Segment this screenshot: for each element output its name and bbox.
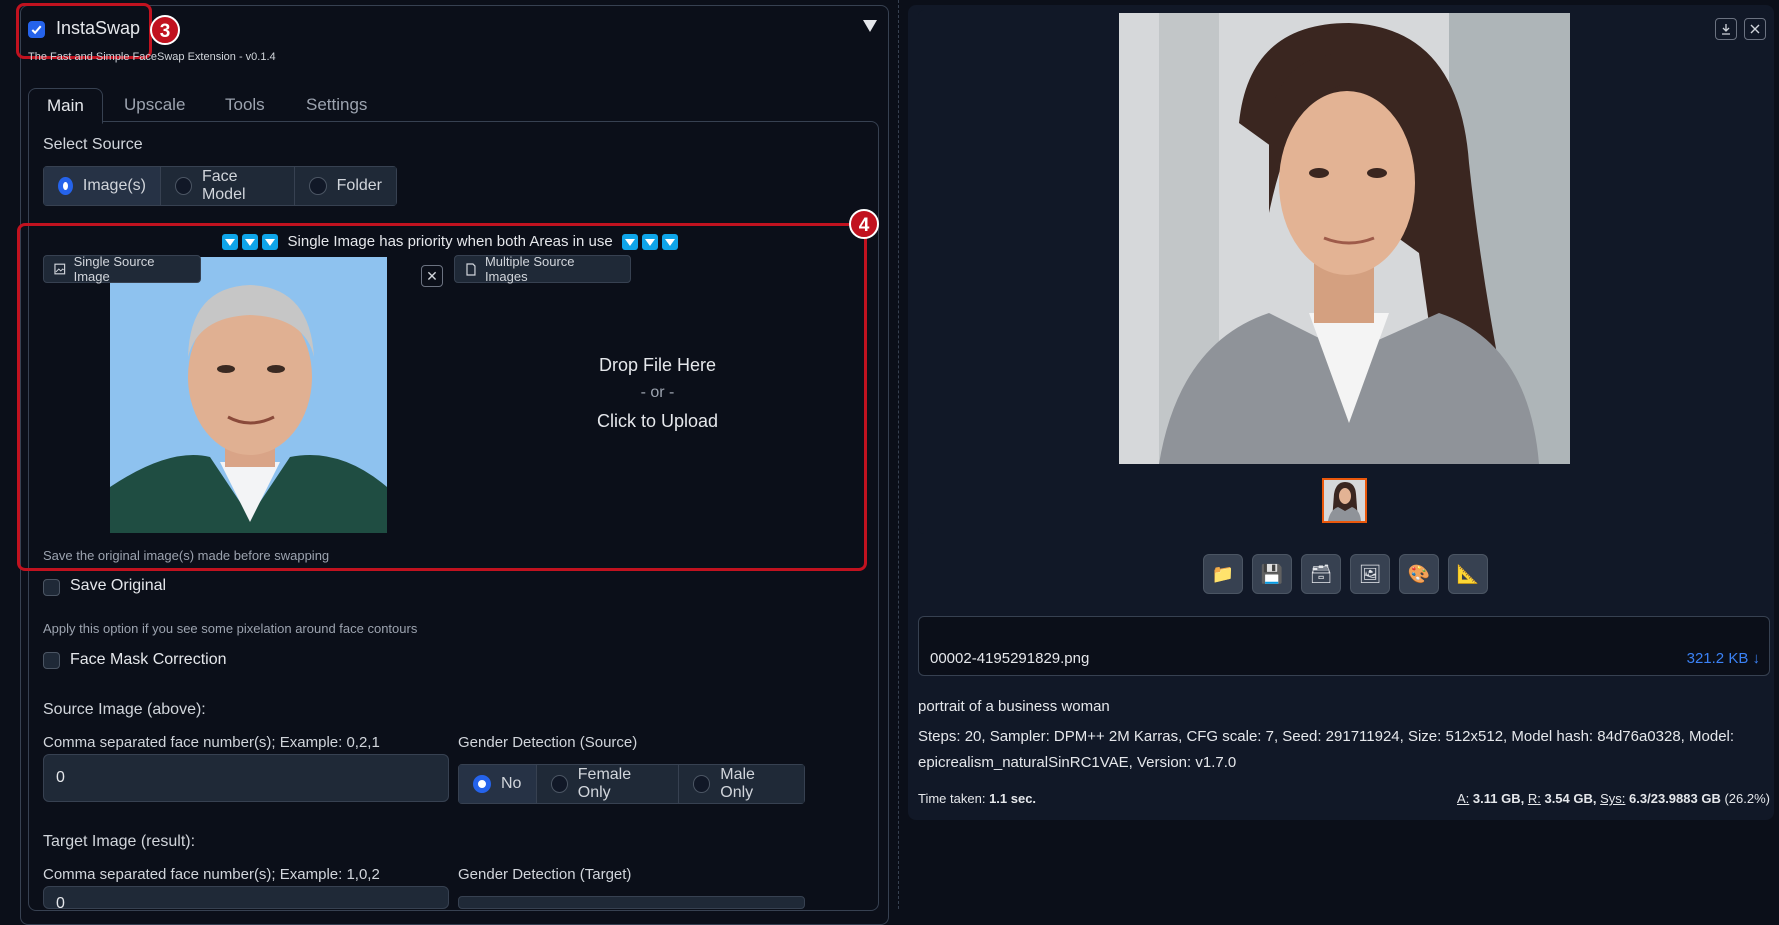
generation-params: Steps: 20, Sampler: DPM++ 2M Karras, CFG… (918, 728, 1735, 771)
tab-main[interactable]: Main (28, 88, 103, 124)
target-image-heading: Target Image (result): (43, 833, 196, 850)
arrow-down-icon (621, 234, 638, 251)
source-gender-no[interactable]: No (459, 765, 537, 803)
source-gender-radio-group: No Female Only Male Only (458, 764, 805, 804)
drop-text: Drop File Here (598, 355, 717, 375)
mem-pct: (26.2%) (1724, 791, 1770, 806)
save-original-label: Save Original (70, 577, 167, 594)
ruler-icon[interactable]: 📐 (1448, 554, 1488, 594)
face-mask-info: Apply this option if you see some pixela… (43, 621, 418, 636)
annotation-badge-4: 4 (849, 209, 879, 239)
radio-icon (58, 177, 73, 195)
select-source-label: Select Source (43, 136, 143, 153)
image-icon (54, 263, 66, 275)
enable-checkbox[interactable] (28, 21, 45, 38)
mem-r-label: R: (1527, 791, 1541, 806)
mem-a-label: A: (1456, 791, 1470, 806)
extension-subtitle: The Fast and Simple FaceSwap Extension -… (28, 51, 276, 63)
mem-r-value: 3.54 GB, (1544, 791, 1597, 806)
annotation-badge-3: 3 (150, 15, 180, 45)
close-icon[interactable]: ✕ (421, 265, 443, 287)
palette-icon[interactable]: 🎨 (1399, 554, 1439, 594)
column-divider (898, 0, 899, 909)
radio-icon (175, 177, 192, 195)
priority-text: Single Image has priority when both Area… (287, 233, 613, 250)
click-upload-text: Click to Upload (596, 411, 719, 431)
tab-upscale[interactable]: Upscale (124, 88, 185, 122)
arrow-down-icon (662, 234, 679, 251)
arrow-down-icon (242, 234, 259, 251)
source-gender-label: Gender Detection (Source) (458, 734, 638, 751)
target-faces-label: Comma separated face number(s); Example:… (43, 866, 380, 883)
radio-icon (550, 775, 568, 793)
tab-tools[interactable]: Tools (225, 88, 265, 122)
option-label: Face Model (201, 168, 246, 203)
radio-icon (309, 177, 327, 195)
option-label: Image(s) (82, 177, 146, 194)
output-image[interactable] (1119, 13, 1570, 464)
single-source-label-text: Single Source Image (73, 254, 155, 284)
image-icon[interactable]: 🖼 (1350, 554, 1390, 594)
extension-title: InstaSwap (56, 18, 141, 38)
time-taken: Time taken: 1.1 sec. (918, 791, 1036, 806)
priority-note: Single Image has priority when both Area… (222, 233, 679, 251)
memory-usage: A: 3.11 GB, R: 3.54 GB, Sys: 6.3/23.9883… (1457, 791, 1770, 806)
mem-sys-value: 6.3/23.9883 GB (1629, 791, 1721, 806)
face-mask-label: Face Mask Correction (70, 651, 227, 668)
save-icon[interactable]: 💾 (1252, 554, 1292, 594)
time-value: 1.1 sec. (989, 791, 1037, 806)
tab-connector (29, 120, 102, 123)
generation-prompt: portrait of a business woman (918, 698, 1110, 715)
option-label: Female Only (577, 766, 632, 801)
output-filename: 00002-4195291829.png (930, 650, 1090, 667)
target-faces-input[interactable]: 0 (43, 886, 449, 909)
source-option-face-model[interactable]: Face Model (161, 167, 295, 205)
gallery-thumbnail[interactable] (1322, 478, 1367, 523)
download-icon[interactable] (1715, 18, 1737, 40)
zip-icon[interactable]: 🗃 (1301, 554, 1341, 594)
save-original-info: Save the original image(s) made before s… (43, 548, 330, 563)
option-label: Male Only (720, 766, 755, 801)
tab-settings[interactable]: Settings (306, 88, 367, 122)
source-faces-label: Comma separated face number(s); Example:… (43, 734, 380, 751)
source-option-images[interactable]: Image(s) (44, 167, 161, 205)
option-label: No (501, 775, 522, 792)
output-toolbar: 📁 💾 🗃 🖼 🎨 📐 (1203, 554, 1488, 594)
or-text: - or - (640, 384, 675, 401)
save-original-checkbox[interactable] (43, 579, 60, 596)
option-label: Folder (336, 177, 382, 194)
triangle-down-icon[interactable] (863, 20, 877, 32)
mem-sys-label: Sys: (1600, 791, 1626, 806)
source-image-heading: Source Image (above): (43, 701, 206, 718)
close-icon[interactable] (1744, 18, 1766, 40)
radio-icon (473, 775, 491, 793)
source-gender-female[interactable]: Female Only (536, 765, 679, 803)
single-source-label: Single Source Image (43, 254, 201, 284)
radio-icon (692, 775, 711, 793)
source-gender-male[interactable]: Male Only (678, 765, 804, 803)
arrow-down-icon (642, 234, 659, 251)
source-faces-input[interactable]: 0 (43, 754, 449, 802)
face-mask-checkbox[interactable] (43, 652, 60, 669)
arrow-down-icon (222, 234, 238, 251)
target-gender-label: Gender Detection (Target) (458, 866, 632, 883)
mem-a-value: 3.11 GB, (1472, 791, 1525, 806)
target-gender-radio-group[interactable] (458, 896, 805, 909)
source-radio-group: Image(s) Face Model Folder (43, 166, 397, 206)
time-label: Time taken: (918, 791, 986, 806)
file-box (918, 616, 1770, 676)
source-option-folder[interactable]: Folder (295, 167, 396, 205)
upload-dropzone[interactable]: Drop File Here - or - Click to Upload (450, 257, 865, 533)
source-face-image[interactable] (110, 257, 387, 533)
arrow-down-icon (262, 234, 279, 251)
output-filesize-link[interactable]: 321.2 KB ↓ (1660, 650, 1760, 667)
folder-icon[interactable]: 📁 (1203, 554, 1243, 594)
